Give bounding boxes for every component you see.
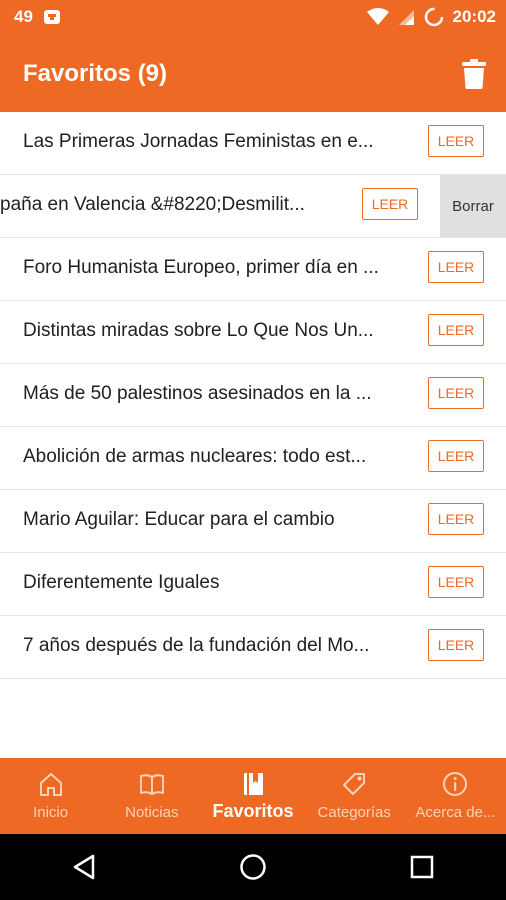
- article-title: Las Primeras Jornadas Feministas en e...: [23, 131, 374, 152]
- list-item[interactable]: Distintas miradas sobre Lo Que Nos Un...…: [0, 301, 506, 364]
- tag-icon: [343, 773, 366, 795]
- list-item[interactable]: 7 años después de la fundación del Mo...…: [0, 616, 506, 679]
- article-title: 7 años después de la fundación del Mo...: [23, 635, 370, 656]
- back-button[interactable]: [54, 837, 114, 897]
- list-item[interactable]: Más de 50 palestinos asesinados en la ..…: [0, 364, 506, 427]
- app-notification-icon: [43, 10, 60, 24]
- book-icon: [139, 774, 164, 795]
- wifi-icon: [366, 8, 389, 25]
- article-title: Foro Humanista Europeo, primer día en ..…: [23, 257, 379, 278]
- read-button[interactable]: LEER: [428, 629, 484, 661]
- nav-label: Acerca de...: [415, 804, 496, 821]
- delete-all-button[interactable]: [460, 58, 488, 90]
- read-button[interactable]: LEER: [428, 377, 484, 409]
- nav-item-favoritos[interactable]: Favoritos: [202, 758, 303, 834]
- home-circle-icon: [240, 854, 266, 880]
- read-button[interactable]: LEER: [428, 440, 484, 472]
- bookmark-book-icon: [244, 773, 263, 795]
- list-item[interactable]: Foro Humanista Europeo, primer día en ..…: [0, 238, 506, 301]
- home-icon: [39, 773, 62, 796]
- back-triangle-icon: [74, 854, 95, 880]
- nav-label: Noticias: [125, 804, 179, 821]
- list-item[interactable]: Mario Aguilar: Educar para el cambio LEE…: [0, 490, 506, 553]
- read-button[interactable]: LEER: [362, 188, 418, 220]
- list-item-swiped[interactable]: paña en Valencia &#8220;Desmilit... LEER…: [0, 175, 506, 238]
- status-bar: 49 20:02: [0, 0, 506, 36]
- system-navigation-bar: [0, 834, 506, 900]
- nav-label: Categorías: [317, 804, 391, 821]
- article-title: Abolición de armas nucleares: todo est..…: [23, 446, 367, 467]
- nav-label: Favoritos: [212, 801, 294, 821]
- list-item[interactable]: Abolición de armas nucleares: todo est..…: [0, 427, 506, 490]
- delete-item-button[interactable]: Borrar: [440, 175, 506, 237]
- article-title: paña en Valencia &#8220;Desmilit...: [0, 194, 305, 215]
- article-title: Más de 50 palestinos asesinados en la ..…: [23, 383, 372, 404]
- bottom-navigation: Inicio Noticias Favoritos Categorías Ace…: [0, 758, 506, 834]
- read-button[interactable]: LEER: [428, 125, 484, 157]
- nav-item-inicio[interactable]: Inicio: [0, 758, 101, 834]
- list-item[interactable]: Las Primeras Jornadas Feministas en e...…: [0, 112, 506, 175]
- home-button[interactable]: [223, 837, 283, 897]
- read-button[interactable]: LEER: [428, 566, 484, 598]
- recents-square-icon: [410, 855, 433, 879]
- app-bar: Favoritos (9): [0, 36, 506, 112]
- info-icon: [443, 772, 468, 796]
- list-item[interactable]: Diferentemente Iguales LEER: [0, 553, 506, 616]
- clock: 20:02: [452, 7, 496, 26]
- read-button[interactable]: LEER: [428, 314, 484, 346]
- notification-count: 49: [14, 7, 33, 26]
- nav-item-acerca[interactable]: Acerca de...: [405, 758, 506, 834]
- recents-button[interactable]: [392, 837, 452, 897]
- trash-icon: [462, 59, 486, 89]
- article-title: Mario Aguilar: Educar para el cambio: [23, 509, 335, 530]
- article-title: Diferentemente Iguales: [23, 572, 220, 593]
- read-button[interactable]: LEER: [428, 503, 484, 535]
- nav-item-categorias[interactable]: Categorías: [304, 758, 405, 834]
- favorites-list: Las Primeras Jornadas Feministas en e...…: [0, 112, 506, 679]
- read-button[interactable]: LEER: [428, 251, 484, 283]
- nav-item-noticias[interactable]: Noticias: [101, 758, 202, 834]
- nav-label: Inicio: [33, 804, 69, 821]
- page-title: Favoritos (9): [23, 60, 168, 87]
- battery-saver-icon: [424, 7, 443, 27]
- signal-icon: [398, 10, 414, 25]
- article-title: Distintas miradas sobre Lo Que Nos Un...: [23, 320, 374, 341]
